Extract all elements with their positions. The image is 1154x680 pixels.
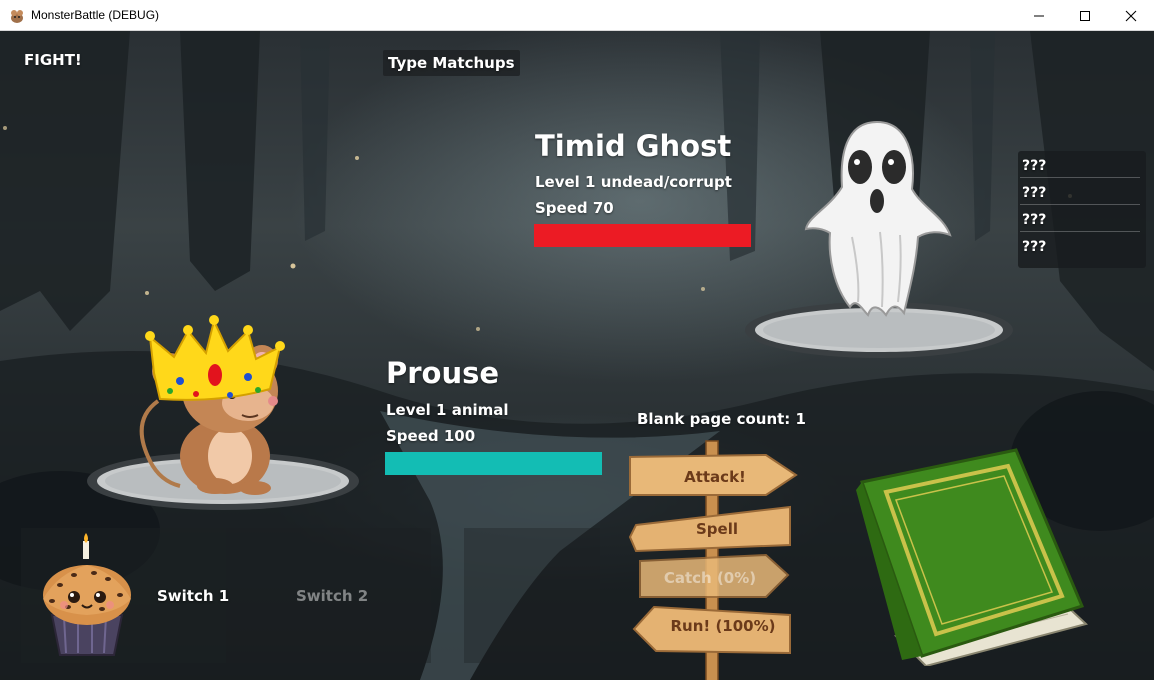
battle-screen: FIGHT! Type Matchups Timid Ghost Level 1… [0,31,1154,680]
title-bar: MonsterBattle (DEBUG) [0,0,1154,31]
enemy-level: Level 1 undead/corrupt [535,173,732,191]
catch-button[interactable]: Catch (0%) [660,569,760,587]
monster-app-icon [11,10,23,23]
enemy-move-3: ??? [1020,205,1140,232]
blank-page-count: Blank page count: 1 [637,410,806,428]
player-monster-name: Prouse [386,356,500,390]
maximize-icon [1080,10,1090,21]
player-monster-speed: Speed 100 [386,427,476,445]
ghost-monster-sprite [804,120,952,317]
window-title: MonsterBattle (DEBUG) [31,8,160,22]
run-button[interactable]: Run! (100%) [664,617,782,635]
attack-button[interactable]: Attack! [672,468,758,486]
fight-label: FIGHT! [24,51,82,69]
switch-1-button[interactable]: Switch 1 [157,587,229,605]
close-icon [1125,10,1137,21]
spellbook-icon[interactable] [856,446,1094,666]
switch-slot-3 [464,528,600,663]
enemy-moves-panel: ??? ??? ??? ??? [1018,151,1146,268]
minimize-icon [1034,15,1044,16]
close-button[interactable] [1108,0,1154,31]
player-monster-level: Level 1 animal [386,401,509,419]
enemy-name: Timid Ghost [535,129,732,163]
player-hp-bar [385,452,602,475]
enemy-hp-fill [534,224,751,247]
spell-button[interactable]: Spell [672,520,762,538]
cupcake-monster-sprite [43,533,131,656]
player-hp-fill [385,452,602,475]
maximize-button[interactable] [1062,0,1108,31]
switch-2-button[interactable]: Switch 2 [296,587,368,605]
minimize-button[interactable] [1016,0,1062,31]
enemy-move-1: ??? [1020,151,1140,178]
enemy-speed: Speed 70 [535,199,614,217]
type-matchups-button[interactable]: Type Matchups [383,50,520,76]
enemy-move-4: ??? [1022,239,1047,255]
mouse-king-monster-sprite [139,315,285,495]
enemy-move-2: ??? [1020,178,1140,205]
enemy-hp-bar [534,224,751,247]
